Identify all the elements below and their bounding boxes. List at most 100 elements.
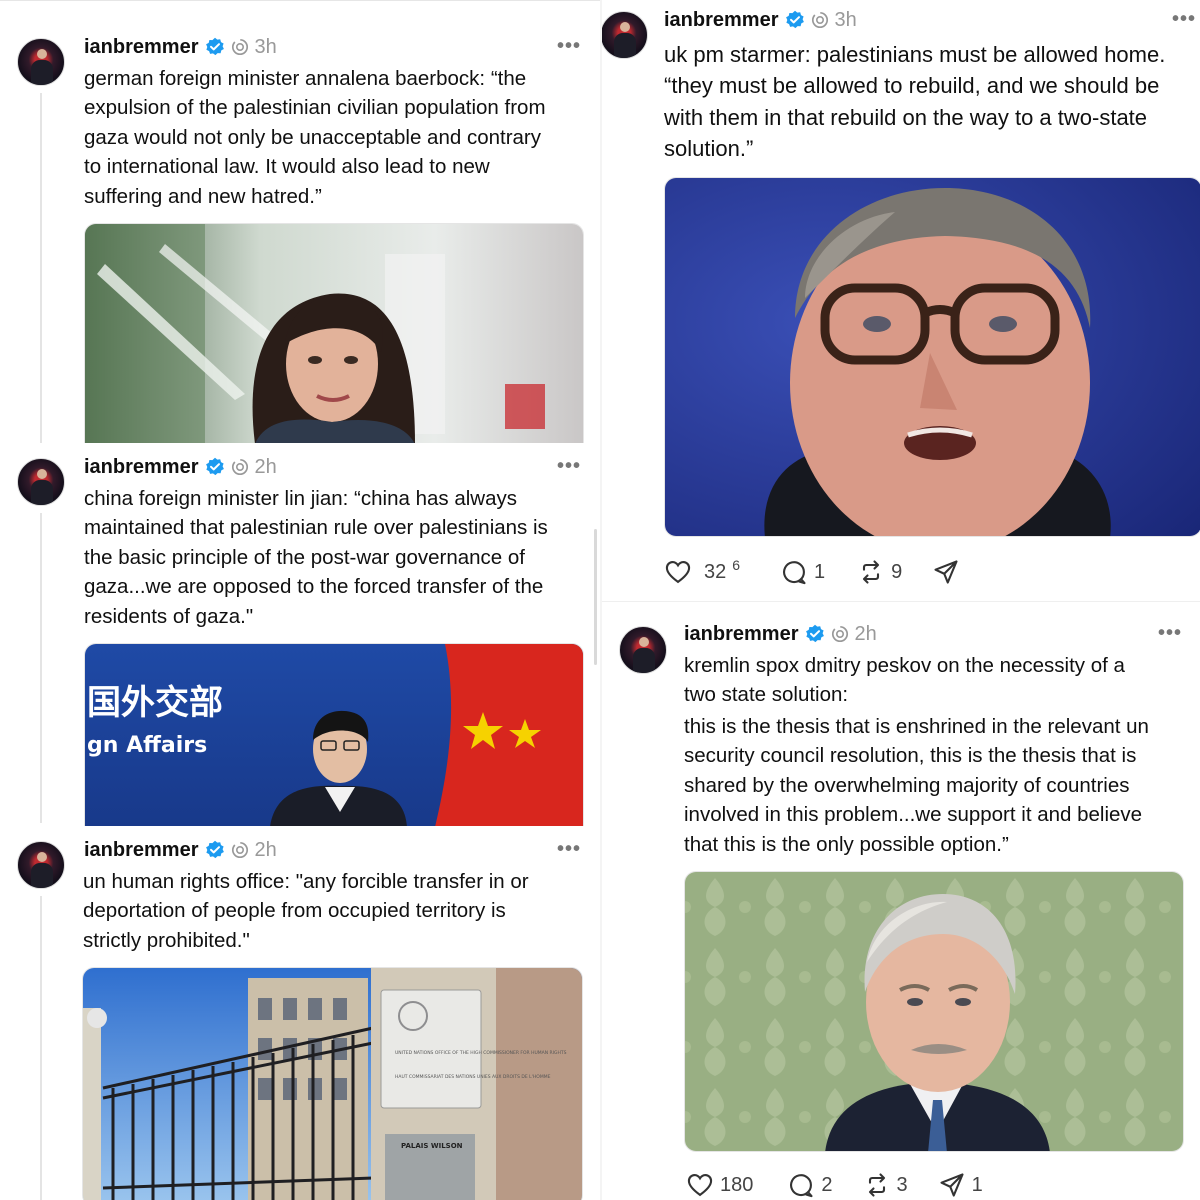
reply-icon xyxy=(790,1174,813,1198)
ministry-sign-text: 国外交部 xyxy=(87,683,223,723)
post-text-line: residents of gaza." xyxy=(84,604,254,628)
reply-count: 1 xyxy=(814,560,826,583)
action-bar: 180 2 3 1 xyxy=(686,1170,983,1200)
more-options-icon[interactable]: ••• xyxy=(557,35,581,58)
more-options-icon[interactable]: ••• xyxy=(557,455,581,478)
repost-status-icon xyxy=(831,625,848,643)
post-text-line: security council resolution, this is the… xyxy=(684,744,1137,768)
reply-button[interactable]: 2 xyxy=(787,1171,833,1199)
post-text-line: to international law. It would also lead… xyxy=(84,155,490,179)
plaque-ohchr-text: UNITED NATIONS OFFICE OF THE HIGH COMMIS… xyxy=(395,1050,567,1056)
share-button[interactable] xyxy=(932,558,960,586)
repost-status-icon xyxy=(811,11,828,29)
username[interactable]: ianbremmer xyxy=(84,36,199,59)
ministry-sign-english: gn Affairs xyxy=(87,733,207,758)
palais-wilson-sign: PALAIS WILSON xyxy=(401,1142,463,1150)
like-count-superscript: 6 xyxy=(732,556,741,573)
avatar[interactable] xyxy=(17,458,65,506)
post-text-line: “they must be allowed to rebuild, and we… xyxy=(664,73,1160,99)
post-text: un human rights office: "any forcible tr… xyxy=(83,867,593,955)
like-button[interactable]: 180 xyxy=(686,1171,753,1199)
post-text-line: kremlin spox dmitry peskov on the necess… xyxy=(684,654,1125,677)
avatar[interactable] xyxy=(602,11,648,59)
post-text-line: the basic principle of the post-war gove… xyxy=(84,545,526,569)
post-header: ianbremmer 3h xyxy=(664,7,857,33)
repost-icon xyxy=(863,560,880,584)
left-feed-column[interactable]: ianbremmer 3h ••• german foreign ministe… xyxy=(0,0,600,1200)
repost-status-icon xyxy=(231,841,248,859)
username[interactable]: ianbremmer xyxy=(84,839,199,862)
post-text-line: two state solution: xyxy=(684,683,849,707)
share-button[interactable]: 1 xyxy=(938,1171,983,1199)
post-header: ianbremmer 2h xyxy=(84,837,277,863)
post-image-starmer[interactable] xyxy=(664,177,1200,537)
verified-badge-icon xyxy=(784,10,805,30)
username[interactable]: ianbremmer xyxy=(664,9,779,32)
post-text: kremlin spox dmitry peskov on the necess… xyxy=(684,651,1199,710)
share-icon xyxy=(934,560,958,584)
photo-palais-wilson: UNITED NATIONS OFFICE OF THE HIGH COMMIS… xyxy=(83,968,582,1200)
plaque-french-text: HAUT COMMISSARIAT DES NATIONS UNIES AUX … xyxy=(395,1074,551,1080)
reply-icon xyxy=(783,561,806,585)
reply-button[interactable]: 1 xyxy=(780,558,825,586)
like-count: 180 xyxy=(720,1173,754,1196)
post-image-linjian[interactable]: 国外交部 gn Affairs xyxy=(84,643,584,826)
username[interactable]: ianbremmer xyxy=(84,456,199,479)
more-options-icon[interactable]: ••• xyxy=(1172,8,1196,31)
username[interactable]: ianbremmer xyxy=(684,623,799,646)
post-text-line: solution.” xyxy=(664,135,754,161)
post-image-baerbock[interactable] xyxy=(84,223,584,443)
share-icon xyxy=(940,1173,964,1197)
post-text-line: german foreign minister annalena baerboc… xyxy=(84,67,527,90)
photo-starmer xyxy=(665,178,1200,536)
thread-line xyxy=(40,896,42,1200)
avatar[interactable] xyxy=(619,626,667,674)
repost-icon xyxy=(868,1173,885,1197)
verified-badge-icon xyxy=(204,37,225,57)
timestamp: 2h xyxy=(254,455,277,478)
post-text: uk pm starmer: palestinians must be allo… xyxy=(664,39,1199,164)
verified-badge-icon xyxy=(804,624,825,644)
more-options-icon[interactable]: ••• xyxy=(1158,622,1182,645)
repost-count: 3 xyxy=(896,1173,908,1196)
avatar[interactable] xyxy=(17,38,65,86)
right-feed-column[interactable]: ianbremmer 3h ••• uk pm starmer: palesti… xyxy=(600,0,1200,1200)
like-button[interactable]: 32 6 xyxy=(664,558,740,586)
post-text-line: strictly prohibited." xyxy=(83,928,250,952)
timestamp: 2h xyxy=(854,622,877,645)
verified-badge-icon xyxy=(204,840,225,860)
post-text: german foreign minister annalena baerboc… xyxy=(84,64,594,211)
post-text-line: involved in this problem...we support it… xyxy=(684,803,1143,827)
scrollbar[interactable] xyxy=(594,529,597,665)
post-text-line: deportation of people from occupied terr… xyxy=(83,899,506,923)
avatar[interactable] xyxy=(17,841,65,889)
thread-line xyxy=(40,513,42,823)
post-header: ianbremmer 2h xyxy=(684,621,877,647)
photo-baerbock xyxy=(85,224,583,443)
photo-peskov xyxy=(685,872,1183,1151)
post-divider xyxy=(602,601,1200,602)
verified-badge-icon xyxy=(204,457,225,477)
more-options-icon[interactable]: ••• xyxy=(557,838,581,861)
timestamp: 2h xyxy=(254,838,277,861)
heart-icon xyxy=(665,561,691,584)
timestamp: 3h xyxy=(254,35,277,58)
share-count: 1 xyxy=(971,1173,983,1196)
post-text-line: uk pm starmer: palestinians must be allo… xyxy=(664,42,1166,67)
post-text-line: un human rights office: "any forcible tr… xyxy=(83,870,529,893)
post-header: ianbremmer 2h xyxy=(84,454,277,480)
repost-status-icon xyxy=(231,458,248,476)
post-text-quote: this is the thesis that is enshrined in … xyxy=(684,712,1199,859)
post-text-line: expulsion of the palestinian civilian po… xyxy=(84,96,546,120)
post-image-peskov[interactable] xyxy=(684,871,1184,1152)
post-image-unhr[interactable]: UNITED NATIONS OFFICE OF THE HIGH COMMIS… xyxy=(82,967,583,1200)
post-text-line: with them in that rebuild on the way to … xyxy=(664,104,1148,130)
photo-linjian: 国外交部 gn Affairs xyxy=(85,644,583,826)
repost-button[interactable]: 9 xyxy=(857,558,902,586)
post-text-line: shared by the overwhelming majority of c… xyxy=(684,773,1130,797)
post-text-line: this is the thesis that is enshrined in … xyxy=(684,715,1149,738)
repost-status-icon xyxy=(231,38,248,56)
repost-button[interactable]: 3 xyxy=(863,1171,908,1199)
post-text: china foreign minister lin jian: “china … xyxy=(84,484,594,631)
heart-icon xyxy=(687,1174,713,1197)
